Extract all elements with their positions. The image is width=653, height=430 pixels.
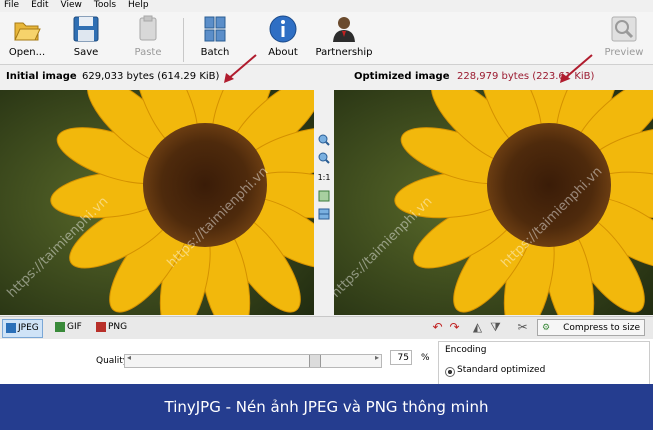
toolbar-separator (183, 18, 184, 62)
paste-button[interactable]: Paste (128, 14, 168, 62)
tab-gif[interactable]: GIF (52, 319, 85, 336)
slider-left-arrow-icon[interactable]: ◂ (127, 353, 131, 362)
partnership-button[interactable]: Partnership (314, 14, 374, 62)
quality-value-input[interactable]: 75 (390, 350, 412, 365)
menu-bar: File Edit View Tools Help (0, 0, 653, 12)
zoom-in-icon[interactable] (317, 134, 331, 146)
compress-icon: ⚙ (542, 323, 551, 333)
menu-file[interactable]: File (4, 0, 19, 11)
zoom-toolbar: 1:1 (314, 90, 334, 315)
crop-icon[interactable]: ✂ (516, 320, 529, 335)
caption-banner: TinyJPG - Nén ảnh JPEG và PNG thông minh (0, 384, 653, 430)
image-info-bar: Initial image 629,033 bytes (614.29 KiB)… (0, 54, 653, 89)
about-button[interactable]: About (265, 14, 301, 62)
jpeg-icon (6, 322, 16, 333)
initial-image-size: 629,033 bytes (614.29 KiB) (82, 71, 220, 82)
flip-horizontal-icon[interactable]: ◭ (471, 320, 484, 335)
slider-right-arrow-icon[interactable]: ▸ (375, 353, 379, 362)
format-tabs-bar: JPEG GIF PNG ↶ ↷ ◭ ⧩ ✂ ⚙ Compress to siz… (0, 316, 653, 340)
initial-image-panel[interactable]: https://taimienphi.vn https://taimienphi… (0, 90, 314, 315)
standard-optimized-radio[interactable] (445, 367, 455, 377)
tab-jpeg[interactable]: JPEG (2, 319, 43, 338)
optimized-image-panel[interactable]: https://taimienphi.vn https://taimienphi… (334, 90, 653, 315)
menu-view[interactable]: View (61, 0, 82, 11)
menu-edit[interactable]: Edit (31, 0, 48, 11)
menu-help[interactable]: Help (128, 0, 149, 11)
menu-tools[interactable]: Tools (94, 0, 116, 11)
rotate-right-icon[interactable]: ↷ (448, 320, 461, 335)
info-icon (269, 15, 297, 43)
annotation-arrow-left (224, 54, 257, 83)
quality-slider-thumb[interactable] (309, 355, 321, 367)
tab-png[interactable]: PNG (93, 319, 130, 336)
floppy-disk-icon (73, 16, 99, 42)
clipboard-icon (139, 15, 157, 41)
compress-to-size-button[interactable]: ⚙ Compress to size (537, 319, 645, 336)
flip-vertical-icon[interactable]: ⧩ (489, 320, 502, 335)
quality-unit: % (421, 353, 430, 363)
encoding-group: Encoding Standard optimized (438, 341, 650, 387)
batch-icon (204, 16, 226, 42)
preview-magnifier-icon (611, 16, 637, 42)
standard-optimized-label: Standard optimized (457, 365, 546, 375)
optimized-image-label: Optimized image (354, 71, 450, 82)
sunflower-optimized-image (334, 90, 653, 315)
zoom-out-icon[interactable] (317, 152, 331, 164)
annotation-arrow-right (560, 54, 593, 83)
rotate-left-icon[interactable]: ↶ (431, 320, 444, 335)
fit-window-icon[interactable] (317, 190, 331, 202)
quality-slider[interactable]: ◂ ▸ (124, 353, 382, 368)
zoom-actual-size[interactable]: 1:1 (317, 172, 331, 184)
compare-view-icon[interactable] (317, 208, 331, 220)
open-button[interactable]: Open... (6, 14, 48, 62)
folder-open-icon (14, 22, 41, 41)
preview-button[interactable]: Preview (603, 14, 645, 62)
save-button[interactable]: Save (68, 14, 104, 62)
encoding-label: Encoding (445, 345, 487, 355)
settings-panel: Quality: ◂ ▸ 75 % Encoding Standard opti… (0, 339, 653, 387)
gif-icon (55, 321, 65, 332)
initial-image-label: Initial image (6, 71, 77, 82)
person-icon (333, 17, 355, 42)
sunflower-image (0, 90, 314, 315)
png-icon (96, 321, 106, 332)
